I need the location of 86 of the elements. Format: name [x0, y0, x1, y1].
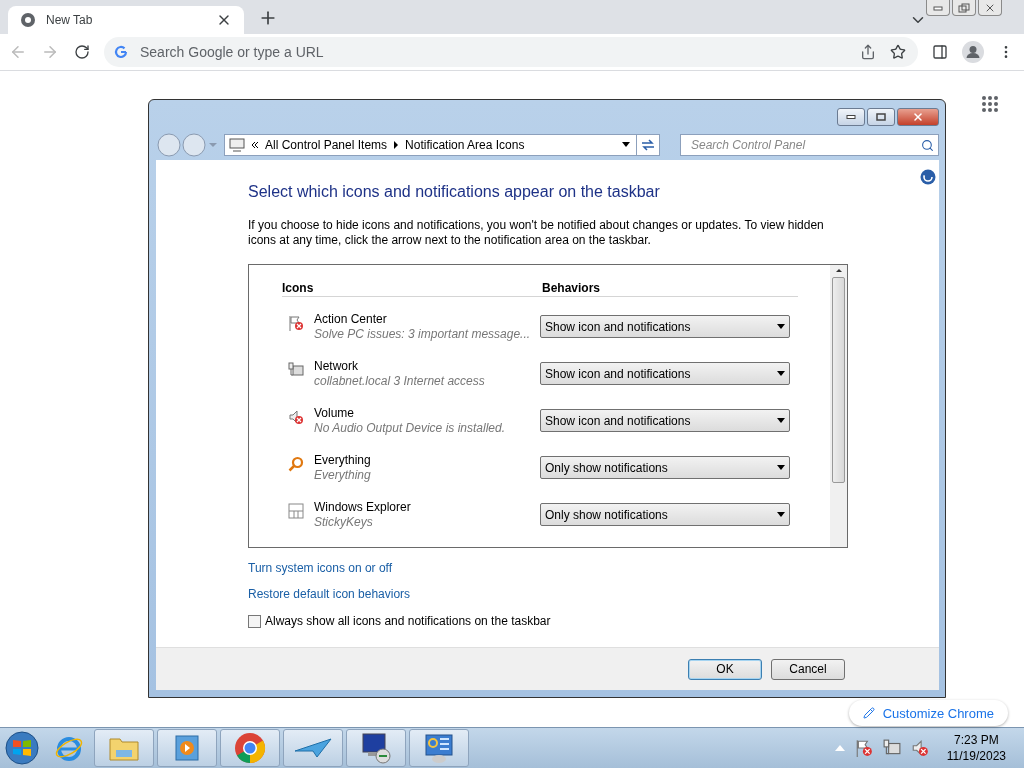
behavior-dropdown[interactable]: Only show notifications [540, 456, 790, 479]
behavior-dropdown[interactable]: Only show notifications [540, 503, 790, 526]
speaker-icon[interactable] [910, 739, 929, 757]
side-panel-button[interactable] [930, 42, 950, 62]
behavior-dropdown[interactable]: Show icon and notifications [540, 409, 790, 432]
speaker-icon [288, 409, 304, 425]
media-player-icon [174, 734, 200, 762]
chrome-icon [234, 732, 266, 764]
minimize-icon [933, 4, 943, 11]
icon-name: Action Center [314, 312, 388, 327]
clock[interactable]: 7:23 PM 11/19/2023 [946, 732, 1006, 764]
reload-button[interactable] [72, 42, 92, 62]
dropdown-arrow-icon [777, 324, 785, 329]
pencil-icon [862, 707, 875, 719]
icon-detail: collabnet.local 3 Internet access [314, 374, 486, 389]
magnifier-icon [288, 456, 304, 472]
minimize-icon [846, 115, 856, 119]
link[interactable]: Turn system icons on or off [248, 561, 393, 575]
page-heading: Select which icons and notifications appear on the taskbar [248, 183, 661, 201]
checkbox-label: Always show all icons and notifications on the taskbar [265, 614, 551, 628]
star-icon [890, 44, 906, 60]
restore-icon [958, 2, 970, 13]
flag-icon [288, 315, 304, 331]
behavior-dropdown[interactable]: Show icon and notifications [540, 315, 790, 338]
computer-icon [229, 138, 245, 152]
search-box[interactable]: Search Control Panel [680, 134, 939, 156]
double-chevron-icon[interactable] [251, 141, 259, 149]
icon-name: Network [314, 359, 359, 374]
dropdown-arrow-icon [777, 512, 785, 517]
search-icon[interactable] [921, 138, 934, 152]
icon-name: Everything [314, 453, 372, 468]
apps-grid-icon[interactable] [981, 95, 999, 113]
ok-button[interactable]: OK [688, 658, 762, 680]
tab-title: New Tab [46, 13, 94, 27]
scroll-thumb[interactable] [832, 277, 845, 483]
reload-icon [74, 44, 90, 60]
address-bar[interactable]: Search Google or type a URL [104, 37, 918, 67]
google-g-icon [114, 45, 128, 59]
help-icon[interactable] [920, 169, 936, 185]
icon-name: Windows Explorer [314, 500, 412, 515]
dropdown-arrow-icon [777, 371, 785, 376]
column-header: Icons [282, 281, 315, 295]
maximize-button[interactable] [867, 108, 895, 126]
scrollbar[interactable] [830, 265, 847, 547]
control-panel-icon [423, 732, 455, 764]
taskbar-button[interactable] [346, 729, 406, 767]
icon-detail: Solve PC issues: 3 important message... [314, 327, 532, 342]
taskbar-button[interactable] [220, 729, 280, 767]
close-button[interactable] [897, 108, 939, 126]
browser-tab[interactable]: New Tab [8, 6, 244, 34]
behavior-dropdown[interactable]: Show icon and notifications [540, 362, 790, 385]
dropdown-arrow-icon [777, 465, 785, 470]
network-icon[interactable] [882, 739, 901, 757]
side-panel-icon [932, 44, 948, 60]
remote-desktop-icon [360, 732, 392, 764]
restore-button[interactable] [952, 0, 976, 16]
icon-name: Volume [314, 406, 356, 421]
maximize-icon [876, 113, 886, 121]
bookmark-button[interactable] [888, 42, 908, 62]
close-icon [912, 111, 924, 123]
dropdown-arrow-icon [777, 418, 785, 423]
close-button[interactable] [978, 0, 1002, 16]
breadcrumb-item[interactable]: All Control Panel Items [265, 138, 388, 152]
share-icon [860, 44, 876, 60]
window-icon [288, 503, 304, 519]
chrome-icon [20, 12, 36, 28]
checkbox[interactable] [248, 614, 261, 628]
forward-arrow-icon [41, 43, 59, 61]
taskbar-button[interactable] [409, 729, 469, 767]
dropdown-arrow-icon[interactable] [622, 142, 630, 148]
profile-avatar-icon[interactable] [962, 41, 984, 63]
start-orb-icon [4, 730, 40, 766]
link[interactable]: Restore default icon behaviors [248, 587, 411, 601]
address-input[interactable]: Search Google or type a URL [138, 43, 848, 61]
breadcrumb-item[interactable]: Notification Area Icons [405, 138, 525, 152]
icon-detail: No Audio Output Device is installed. [314, 421, 506, 436]
cancel-button[interactable]: Cancel [771, 658, 845, 680]
flag-icon[interactable] [854, 739, 873, 757]
icon-detail: Everything [314, 468, 372, 483]
minimize-button[interactable] [837, 108, 865, 126]
network-icon [288, 362, 304, 378]
icon-detail: StickyKeys [314, 515, 374, 530]
column-header: Behaviors [542, 281, 602, 295]
customize-chrome-button[interactable]: Customize Chrome [848, 700, 1008, 726]
description-text: If you choose to hide icons and notifications, you won't be notified about changes or updates. To view hidden icons at any time, click the arrow next to the notification area on the taskbar. [248, 218, 825, 248]
arrow-icon[interactable] [393, 141, 400, 149]
